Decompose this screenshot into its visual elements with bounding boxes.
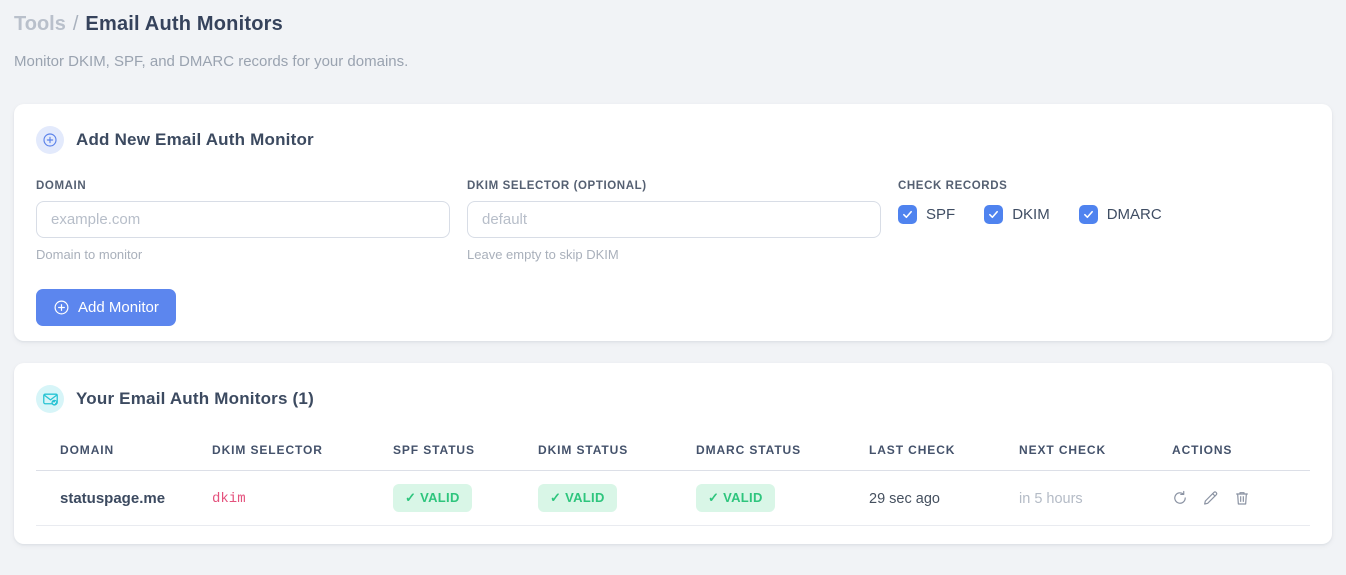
- monitors-list-card: Your Email Auth Monitors (1) DOMAIN DKIM…: [14, 363, 1332, 544]
- plus-circle-icon: [36, 126, 64, 154]
- envelope-check-icon: [36, 385, 64, 413]
- dmarc-status-badge: ✓ VALID: [696, 484, 775, 512]
- domain-field-group: DOMAIN Domain to monitor: [36, 180, 450, 262]
- checkbox-checked-icon: [898, 205, 917, 224]
- dkim-selector-input[interactable]: [467, 201, 881, 238]
- breadcrumb-separator: /: [72, 13, 79, 35]
- plus-circle-icon: [53, 299, 70, 316]
- add-monitor-title: Add New Email Auth Monitor: [76, 130, 314, 149]
- add-monitor-form: DOMAIN Domain to monitor DKIM SELECTOR (…: [36, 180, 1310, 262]
- delete-icon[interactable]: [1234, 490, 1250, 506]
- header-spf-status: SPF STATUS: [393, 435, 538, 471]
- header-next-check: NEXT CHECK: [1019, 435, 1172, 471]
- header-dkim-status: DKIM STATUS: [538, 435, 696, 471]
- dkim-status-badge: ✓ VALID: [538, 484, 617, 512]
- monitors-table: DOMAIN DKIM SELECTOR SPF STATUS DKIM STA…: [36, 435, 1310, 526]
- domain-hint: Domain to monitor: [36, 247, 143, 262]
- header-dmarc-status: DMARC STATUS: [696, 435, 869, 471]
- spf-status-badge: ✓ VALID: [393, 484, 472, 512]
- check-records-options: SPF DKIM DMARC: [898, 205, 1191, 224]
- check-records-label: CHECK RECORDS: [898, 180, 1008, 192]
- header-last-check: LAST CHECK: [869, 435, 1019, 471]
- spf-checkbox[interactable]: SPF: [898, 205, 955, 224]
- header-domain: DOMAIN: [36, 435, 212, 471]
- monitor-last-check: 29 sec ago: [869, 490, 940, 507]
- add-monitor-card-header: Add New Email Auth Monitor: [36, 126, 1310, 154]
- dmarc-checkbox[interactable]: DMARC: [1078, 205, 1162, 224]
- dkim-selector-hint: Leave empty to skip DKIM: [467, 247, 619, 262]
- checkbox-checked-icon: [1078, 205, 1098, 224]
- checkbox-checked-icon: [984, 205, 1004, 224]
- dmarc-checkbox-label: DMARC: [1106, 206, 1162, 223]
- add-monitor-button[interactable]: Add Monitor: [36, 289, 176, 326]
- page-title: Email Auth Monitors: [85, 13, 283, 35]
- row-actions: [1172, 490, 1302, 506]
- header-dkim-selector: DKIM SELECTOR: [212, 435, 393, 471]
- header-actions: ACTIONS: [1172, 435, 1310, 471]
- check-records-group: CHECK RECORDS SPF DKIM DMARC: [898, 180, 1191, 262]
- refresh-icon[interactable]: [1172, 490, 1188, 506]
- dkim-selector-label: DKIM SELECTOR (OPTIONAL): [467, 180, 647, 192]
- spf-checkbox-label: SPF: [926, 206, 956, 223]
- page-subtitle: Monitor DKIM, SPF, and DMARC records for…: [14, 53, 409, 70]
- domain-input[interactable]: [36, 201, 450, 238]
- table-row: statuspage.me dkim ✓ VALID ✓ VALID ✓ VAL…: [36, 470, 1310, 526]
- monitor-domain: statuspage.me: [60, 489, 166, 507]
- dkim-selector-field-group: DKIM SELECTOR (OPTIONAL) Leave empty to …: [467, 180, 881, 262]
- edit-icon[interactable]: [1203, 490, 1219, 506]
- dkim-checkbox-label: DKIM: [1012, 206, 1050, 223]
- breadcrumb-tools-link[interactable]: Tools: [14, 13, 66, 35]
- email-auth-monitors-page: Tools / Email Auth Monitors Monitor DKIM, …: [0, 0, 1346, 544]
- breadcrumb: Tools / Email Auth Monitors: [14, 0, 1332, 37]
- add-monitor-card: Add New Email Auth Monitor DOMAIN Domain…: [14, 104, 1332, 341]
- dkim-checkbox[interactable]: DKIM: [984, 205, 1050, 224]
- monitor-next-check: in 5 hours: [1019, 490, 1083, 507]
- table-header-row: DOMAIN DKIM SELECTOR SPF STATUS DKIM STA…: [36, 435, 1310, 471]
- monitor-dkim-selector: dkim: [212, 491, 246, 507]
- add-monitor-button-label: Add Monitor: [78, 299, 159, 316]
- monitors-list-title: Your Email Auth Monitors (1): [76, 389, 314, 408]
- monitors-card-header: Your Email Auth Monitors (1): [36, 385, 1310, 413]
- domain-label: DOMAIN: [36, 180, 87, 192]
